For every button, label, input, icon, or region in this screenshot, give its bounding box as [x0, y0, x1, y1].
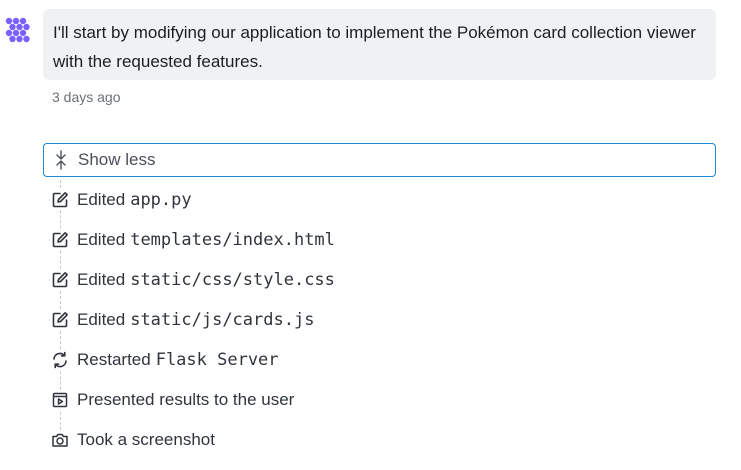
- step-item[interactable]: Took a screenshot: [43, 420, 716, 460]
- step-target: Flask Server: [155, 350, 279, 370]
- step-file: app.py: [130, 190, 192, 210]
- step-file: static/js/cards.js: [130, 310, 315, 330]
- show-less-button[interactable]: Show less: [43, 143, 716, 177]
- edit-icon: [50, 190, 70, 210]
- step-item[interactable]: Edited app.py: [43, 180, 716, 220]
- step-item[interactable]: Edited static/js/cards.js: [43, 300, 716, 340]
- step-label: Edited: [77, 270, 126, 289]
- activity-steps-list: Edited app.py Edited templates/index.htm…: [43, 180, 716, 460]
- step-label: Edited: [77, 310, 126, 329]
- step-file: templates/index.html: [130, 230, 335, 250]
- step-item[interactable]: Presented results to the user: [43, 380, 716, 420]
- step-label: Restarted: [77, 350, 151, 369]
- step-file: static/css/style.css: [130, 270, 335, 290]
- step-label: Presented results to the user: [77, 390, 295, 409]
- step-label: Took a screenshot: [77, 430, 215, 449]
- assistant-message-bubble: I'll start by modifying our application …: [43, 9, 716, 80]
- restart-icon: [50, 350, 70, 370]
- step-item[interactable]: Restarted Flask Server: [43, 340, 716, 380]
- message-timestamp: 3 days ago: [52, 89, 121, 105]
- edit-icon: [50, 310, 70, 330]
- message-text: I'll start by modifying our application …: [53, 23, 696, 71]
- show-less-label: Show less: [78, 150, 156, 169]
- edit-icon: [50, 270, 70, 290]
- step-item[interactable]: Edited templates/index.html: [43, 220, 716, 260]
- agent-avatar-icon: [4, 16, 34, 46]
- presentation-icon: [50, 390, 70, 410]
- camera-icon: [50, 430, 70, 450]
- step-label: Edited: [77, 230, 126, 249]
- step-item[interactable]: Edited static/css/style.css: [43, 260, 716, 300]
- edit-icon: [50, 230, 70, 250]
- step-label: Edited: [77, 190, 126, 209]
- collapse-icon: [51, 150, 71, 170]
